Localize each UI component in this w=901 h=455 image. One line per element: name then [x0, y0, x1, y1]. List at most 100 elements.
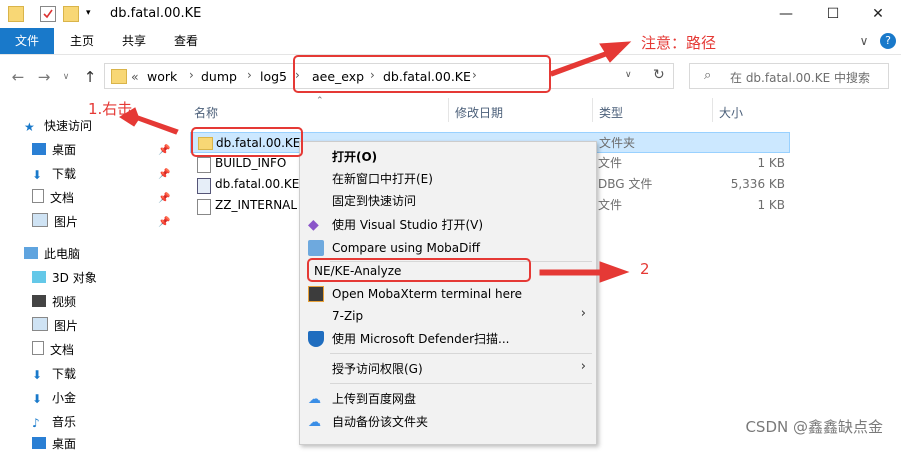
- annotation-step2: 2: [640, 260, 650, 278]
- forward-icon[interactable]: →: [34, 67, 54, 87]
- document-icon: [32, 189, 44, 203]
- column-size[interactable]: 大小: [719, 104, 743, 121]
- computer-icon: [24, 247, 38, 259]
- column-divider[interactable]: [448, 98, 449, 122]
- mobaxterm-icon: [308, 286, 324, 302]
- pin-icon[interactable]: 📌: [158, 169, 170, 180]
- chevron-right-icon: ›: [580, 359, 586, 374]
- file-icon: [197, 199, 211, 215]
- minimize-icon[interactable]: —: [763, 0, 809, 28]
- ribbon-expand-icon[interactable]: ∨: [856, 28, 872, 54]
- tab-file[interactable]: 文件: [0, 28, 54, 54]
- nav-pc-desktop[interactable]: 桌面: [32, 433, 76, 455]
- nav-videos[interactable]: 视频: [32, 291, 76, 313]
- file-size: 1 KB: [757, 198, 785, 212]
- cloud-icon: ☁: [308, 415, 321, 430]
- menu-item-open[interactable]: 打开(O): [332, 146, 377, 168]
- picture-icon: [32, 317, 48, 331]
- file-name: db.fatal.00.KE: [215, 177, 300, 191]
- nav-music[interactable]: ♪ 音乐: [32, 411, 76, 433]
- annotation-path-box: [293, 55, 551, 93]
- nav-this-pc[interactable]: 此电脑: [24, 243, 80, 265]
- file-size: 1 KB: [757, 156, 785, 170]
- nav-pictures[interactable]: 图片: [32, 211, 78, 233]
- pin-icon[interactable]: 📌: [158, 193, 170, 204]
- folder-icon: [8, 6, 24, 22]
- search-icon: ⌕: [704, 68, 712, 83]
- menu-item-auto-backup[interactable]: 自动备份该文件夹: [332, 411, 428, 433]
- folder-icon: [111, 69, 127, 84]
- tab-view[interactable]: 查看: [164, 28, 208, 54]
- customize-toolbar-icon[interactable]: ▾: [86, 6, 100, 20]
- breadcrumb-work[interactable]: work: [147, 69, 177, 84]
- download-icon: ⬇: [32, 168, 43, 182]
- sort-ascending-icon: ⌃: [316, 96, 324, 106]
- back-icon[interactable]: ←: [8, 67, 28, 87]
- maximize-icon[interactable]: ☐: [810, 0, 856, 28]
- menu-item-mobadiff[interactable]: Compare using MobaDiff: [332, 237, 480, 259]
- menu-item-pin-quick-access[interactable]: 固定到快速访问: [332, 190, 416, 212]
- breadcrumb-overflow[interactable]: «: [131, 69, 139, 84]
- cube-icon: [32, 271, 46, 283]
- close-icon[interactable]: ✕: [855, 0, 901, 28]
- context-menu: 打开(O) 在新窗口中打开(E) 固定到快速访问 ◆ 使用 Visual Stu…: [299, 141, 597, 445]
- nav-downloads[interactable]: ⬇ 下载: [32, 163, 76, 185]
- dbg-file-icon: [197, 178, 211, 194]
- tab-share[interactable]: 共享: [112, 28, 156, 54]
- menu-separator: [330, 383, 592, 384]
- chevron-right-icon[interactable]: ›: [189, 68, 194, 82]
- search-input[interactable]: ⌕ 在 db.fatal.00.KE 中搜索: [689, 63, 889, 89]
- chevron-right-icon[interactable]: ›: [247, 68, 252, 82]
- file-size: 5,336 KB: [730, 177, 785, 191]
- address-dropdown-icon[interactable]: ∨: [625, 70, 632, 80]
- help-icon[interactable]: ?: [880, 33, 896, 49]
- annotation-note-path: 注意：路径: [641, 34, 717, 52]
- file-type: DBG 文件: [598, 177, 653, 191]
- properties-icon[interactable]: [40, 6, 56, 22]
- nav-3d-objects[interactable]: 3D 对象: [32, 267, 97, 289]
- shield-icon: [308, 331, 324, 347]
- visual-studio-icon: ◆: [308, 217, 319, 233]
- tab-home[interactable]: 主页: [60, 28, 104, 54]
- breadcrumb-dump[interactable]: dump: [201, 69, 237, 84]
- nav-quick-access[interactable]: ★ 快速访问: [24, 115, 92, 137]
- menu-item-grant-access[interactable]: 授予访问权限(G): [332, 358, 423, 380]
- refresh-icon[interactable]: ↻: [653, 67, 665, 83]
- nav-pc-documents[interactable]: 文档: [32, 339, 74, 361]
- file-type: 文件夹: [599, 136, 636, 150]
- nav-pc-downloads[interactable]: ⬇ 下载: [32, 363, 76, 385]
- recent-locations-icon[interactable]: ∨: [56, 67, 76, 87]
- nav-pc-pictures[interactable]: 图片: [32, 315, 78, 337]
- menu-item-mobaxterm[interactable]: Open MobaXterm terminal here: [332, 283, 522, 305]
- title-bar: ▾ db.fatal.00.KE — ☐ ✕: [0, 0, 901, 28]
- column-modified[interactable]: 修改日期: [455, 104, 503, 121]
- nav-desktop[interactable]: 桌面: [32, 139, 76, 161]
- file-type: 文件: [598, 156, 623, 170]
- chevron-right-icon: ›: [580, 306, 586, 321]
- column-name[interactable]: 名称: [194, 104, 218, 121]
- menu-item-defender-scan[interactable]: 使用 Microsoft Defender扫描...: [332, 328, 509, 350]
- file-name: ZZ_INTERNAL: [215, 198, 298, 212]
- menu-item-7zip[interactable]: 7-Zip: [332, 305, 363, 327]
- download-icon: ⬇: [32, 392, 43, 406]
- ribbon: 文件 主页 共享 查看 ∨ ?: [0, 28, 901, 55]
- watermark: CSDN @鑫鑫缺点金: [745, 418, 883, 436]
- nav-user[interactable]: ⬇ 小金: [32, 387, 76, 409]
- menu-item-open-new-window[interactable]: 在新窗口中打开(E): [332, 168, 433, 190]
- column-divider[interactable]: [592, 98, 593, 122]
- menu-item-open-visual-studio[interactable]: 使用 Visual Studio 打开(V): [332, 214, 483, 236]
- breadcrumb-log5[interactable]: log5: [260, 69, 287, 84]
- menu-item-upload-baidu[interactable]: 上传到百度网盘: [332, 388, 416, 410]
- file-type: 文件: [598, 198, 623, 212]
- up-icon[interactable]: ↑: [80, 67, 100, 87]
- annotation-folder-box: [191, 127, 303, 157]
- picture-icon: [32, 213, 48, 227]
- star-icon: ★: [24, 120, 35, 134]
- pin-icon[interactable]: 📌: [158, 217, 170, 228]
- column-type[interactable]: 类型: [599, 104, 623, 121]
- column-divider[interactable]: [712, 98, 713, 122]
- new-folder-icon[interactable]: [63, 6, 79, 22]
- pin-icon[interactable]: 📌: [158, 145, 170, 156]
- nav-documents[interactable]: 文档: [32, 187, 74, 209]
- window-title: db.fatal.00.KE: [110, 6, 202, 21]
